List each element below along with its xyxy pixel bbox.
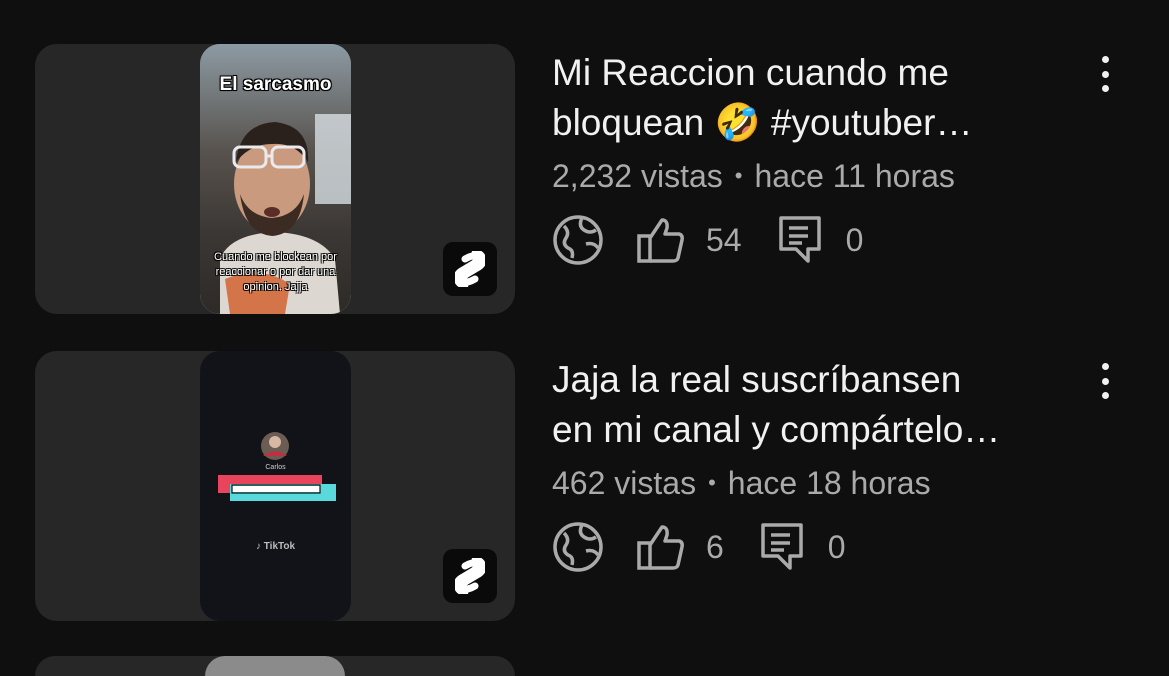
shorts-logo-icon — [443, 549, 497, 603]
thumbnail-frame — [205, 656, 345, 676]
thumbnail-frame: El sarcasmo Cuando me blockean por reacc… — [200, 44, 351, 314]
thumbnail-username: Carlos — [265, 464, 286, 471]
view-count: 2,232 vistas — [552, 158, 723, 194]
more-vertical-icon[interactable] — [1093, 363, 1117, 399]
video-thumbnail-partial[interactable] — [35, 656, 515, 676]
thumbs-up-icon[interactable] — [636, 523, 686, 571]
thumbnail-caption-top: El sarcasmo — [219, 74, 332, 95]
like-count: 54 — [706, 221, 742, 258]
video-title-line: Jaja la real suscríbansen — [552, 359, 962, 400]
like-count: 6 — [706, 528, 724, 565]
video-thumbnail[interactable]: Carlos ♪ TikTok — [35, 351, 515, 621]
video-item[interactable]: El sarcasmo Cuando me blockean por reacc… — [0, 44, 1169, 334]
globe-icon — [552, 521, 604, 573]
separator-dot: • — [708, 470, 716, 495]
video-title-line: en mi canal y compártelo… — [552, 409, 1001, 450]
video-title[interactable]: Mi Reaccion cuando me bloquean 🤣 #youtub… — [552, 48, 1082, 148]
video-metadata: 462 vistas • hace 18 horas — [552, 465, 931, 502]
video-title-line: bloquean 🤣 #youtuber… — [552, 102, 973, 143]
upload-time: hace 18 horas — [727, 465, 931, 501]
comment-icon[interactable] — [778, 215, 822, 265]
thumbnail-brand: ♪ TikTok — [255, 541, 296, 552]
thumbnail-frame: Carlos ♪ TikTok — [200, 351, 351, 621]
video-title[interactable]: Jaja la real suscríbansen en mi canal y … — [552, 355, 1082, 455]
video-stats: 54 0 — [552, 212, 863, 268]
upload-time: hace 11 horas — [754, 158, 955, 194]
comment-count: 0 — [827, 528, 846, 565]
separator-dot: • — [734, 163, 743, 188]
shorts-logo-icon — [443, 242, 497, 296]
globe-icon — [552, 214, 604, 266]
video-thumbnail[interactable]: El sarcasmo Cuando me blockean por reacc… — [35, 44, 515, 314]
video-item[interactable]: Carlos ♪ TikTok Jaja la real suscríbanse… — [0, 351, 1169, 641]
thumbnail-image — [218, 432, 336, 501]
thumbnail-caption-bottom: Cuando me blockean por reaccionar o por … — [214, 251, 337, 293]
video-title-line: Mi Reaccion cuando me — [552, 52, 949, 93]
video-stats: 6 0 — [552, 519, 846, 575]
video-metadata: 2,232 vistas • hace 11 horas — [552, 158, 955, 195]
thumbs-up-icon[interactable] — [636, 216, 686, 264]
comment-icon[interactable] — [760, 522, 804, 572]
tiktok-label: TikTok — [263, 541, 296, 552]
view-count: 462 vistas — [552, 465, 697, 501]
more-vertical-icon[interactable] — [1093, 56, 1117, 92]
comment-count: 0 — [845, 221, 864, 258]
